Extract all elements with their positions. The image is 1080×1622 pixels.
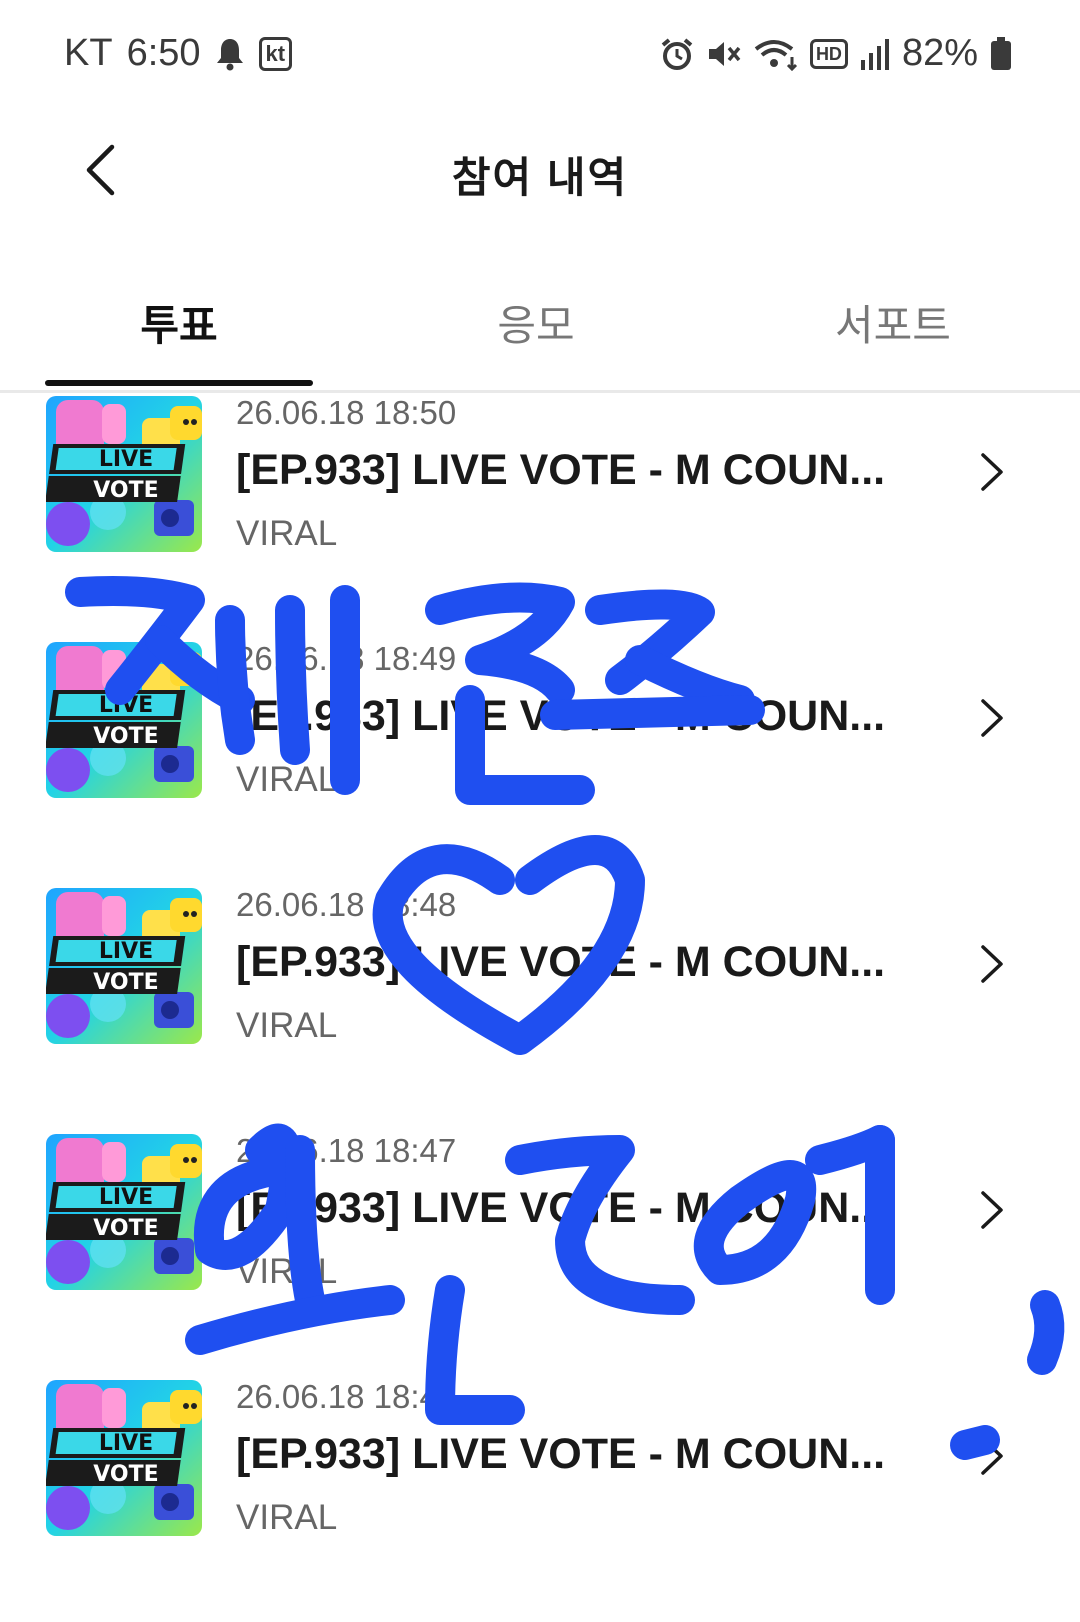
mute-icon xyxy=(706,37,742,71)
thumbnail-live-text: LIVE xyxy=(99,447,153,472)
alarm-icon xyxy=(660,37,694,71)
item-category: VIRAL xyxy=(236,1252,338,1291)
wifi-icon xyxy=(754,37,798,71)
thumbnail-vote-text: VOTE xyxy=(93,478,158,503)
live-vote-thumbnail: LIVE VOTE xyxy=(46,642,202,798)
item-date: 26.06.18 18:48 xyxy=(236,886,457,923)
thumbnail-live-text: LIVE xyxy=(99,693,153,718)
kt-badge-icon: kt xyxy=(258,36,293,71)
live-vote-thumbnail: LIVE VOTE xyxy=(46,396,202,552)
thumbnail-live-text: LIVE xyxy=(99,939,153,964)
item-category: VIRAL xyxy=(236,1498,338,1537)
chevron-right-icon xyxy=(981,453,1003,491)
item-title: [EP.933] LIVE VOTE - M COUN... xyxy=(236,1184,886,1232)
page-title: 참여 내역 xyxy=(451,154,629,201)
battery-icon xyxy=(990,36,1012,71)
tab-support[interactable]: 서포트 xyxy=(743,292,1043,353)
chevron-right-icon xyxy=(981,699,1003,737)
item-title: [EP.933] LIVE VOTE - M COUN... xyxy=(236,1430,886,1478)
item-date: 26.06.18 18:47 xyxy=(236,1132,457,1169)
item-category: VIRAL xyxy=(236,1006,338,1045)
carrier-label: KT xyxy=(64,32,113,74)
hd-voice-icon: HD xyxy=(809,38,848,69)
chevron-right-icon xyxy=(981,945,1003,983)
battery-percent: 82% xyxy=(901,32,978,74)
live-vote-thumbnail: LIVE VOTE xyxy=(46,888,202,1044)
thumbnail-live-text: LIVE xyxy=(99,1185,153,1210)
active-tab-indicator xyxy=(45,380,313,386)
chevron-right-icon xyxy=(981,1437,1003,1475)
status-bar: KT 6:50 kt HD 82% xyxy=(0,0,1080,108)
item-date: 26.06.18 18:50 xyxy=(236,394,457,431)
list-item-5[interactable]: LIVE VOTE 26.06.18 18:46 [EP.933] LIVE V… xyxy=(0,1376,1080,1622)
list-item-3[interactable]: LIVE VOTE 26.06.18 18:48 [EP.933] LIVE V… xyxy=(0,884,1080,1130)
thumbnail-live-text: LIVE xyxy=(99,1431,153,1456)
item-date: 26.06.18 18:46 xyxy=(236,1378,457,1415)
item-title: [EP.933] LIVE VOTE - M COUN... xyxy=(236,446,886,494)
live-vote-thumbnail: LIVE VOTE xyxy=(46,1380,202,1536)
list-item-1[interactable]: LIVE VOTE 26.06.18 18:50 [EP.933] LIVE V… xyxy=(0,392,1080,638)
bell-icon xyxy=(215,37,245,71)
list-item-4[interactable]: LIVE VOTE 26.06.18 18:47 [EP.933] LIVE V… xyxy=(0,1130,1080,1376)
thumbnail-vote-text: VOTE xyxy=(93,1216,158,1241)
thumbnail-vote-text: VOTE xyxy=(93,970,158,995)
item-title: [EP.933] LIVE VOTE - M COUN... xyxy=(236,938,886,986)
app-header: 참여 내역 xyxy=(0,110,1080,230)
signal-icon xyxy=(860,38,890,70)
thumbnail-vote-text: VOTE xyxy=(93,724,158,749)
clock: 6:50 xyxy=(126,32,201,74)
item-category: VIRAL xyxy=(236,514,338,553)
live-vote-thumbnail: LIVE VOTE xyxy=(46,1134,202,1290)
list-item-2[interactable]: LIVE VOTE 26.06.18 18:49 [EP.933] LIVE V… xyxy=(0,638,1080,884)
tab-vote[interactable]: 투표 xyxy=(29,292,329,353)
tab-entry[interactable]: 응모 xyxy=(386,292,686,353)
item-category: VIRAL xyxy=(236,760,338,799)
thumbnail-vote-text: VOTE xyxy=(93,1462,158,1487)
item-date: 26.06.18 18:49 xyxy=(236,640,457,677)
tab-bar: 투표 응모 서포트 xyxy=(0,270,1080,393)
chevron-right-icon xyxy=(981,1191,1003,1229)
item-title: [EP.933] LIVE VOTE - M COUN... xyxy=(236,692,886,740)
